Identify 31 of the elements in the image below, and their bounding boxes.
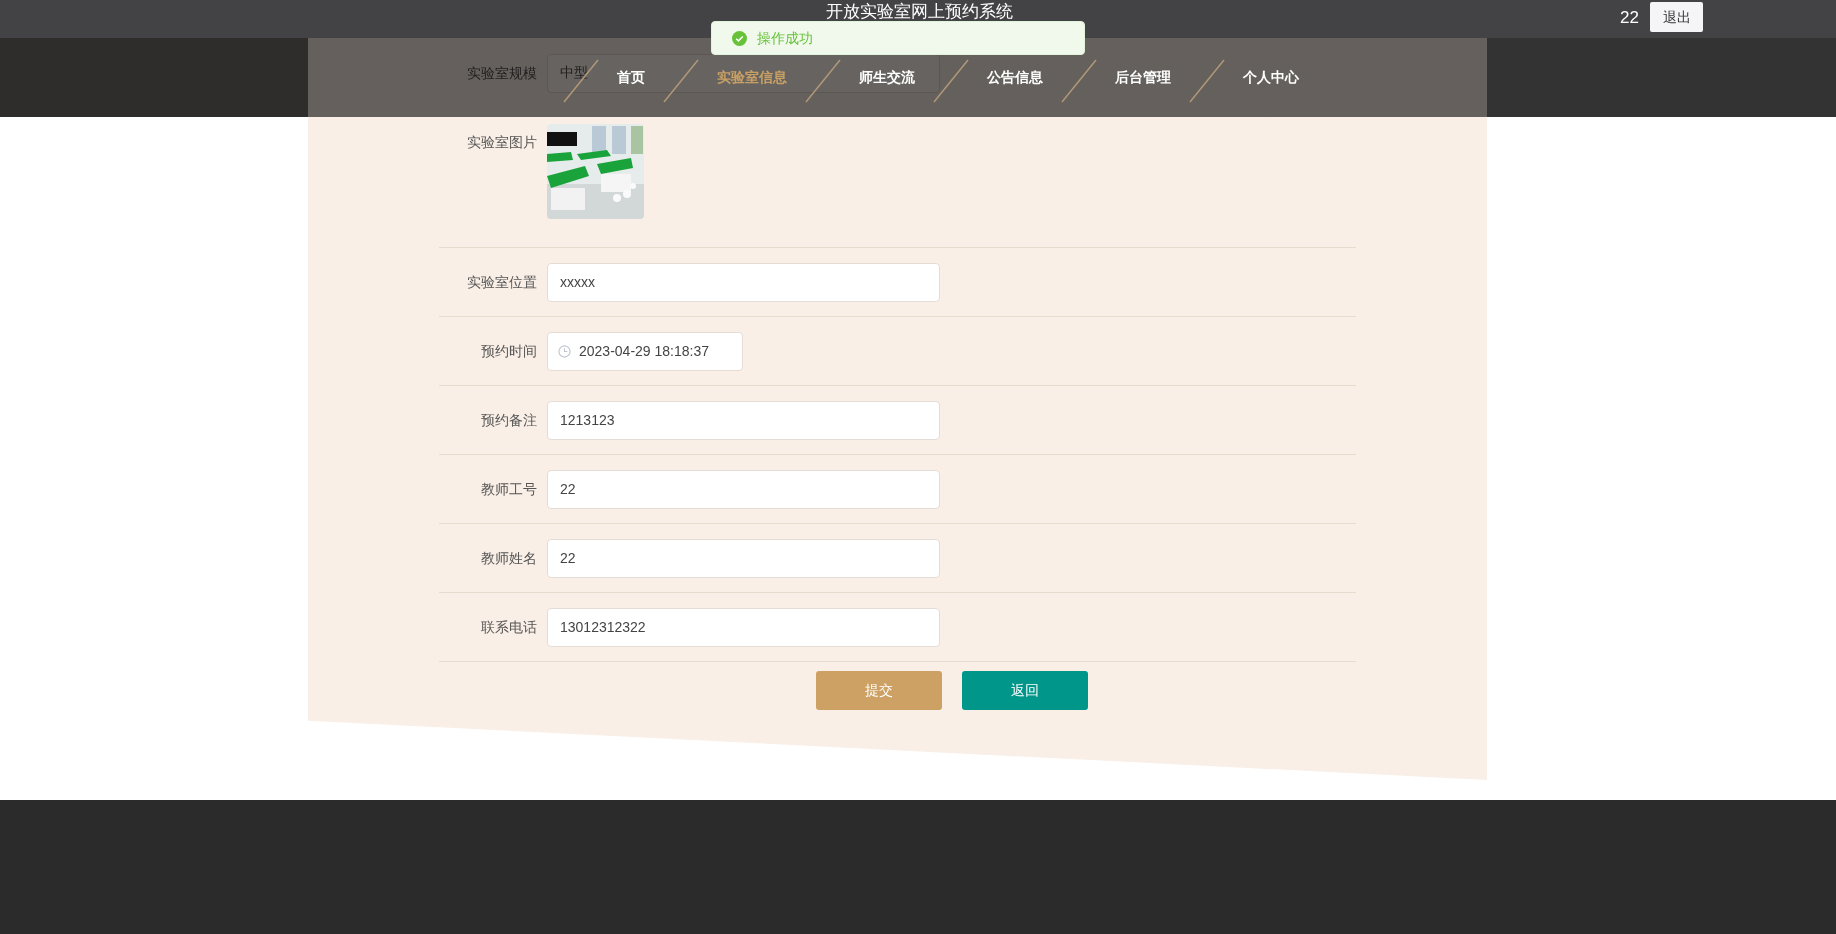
username: 22 <box>1620 8 1639 28</box>
nav-link[interactable]: 师生交流 <box>841 67 933 88</box>
field-label: 实验室图片 <box>466 133 538 152</box>
input-field[interactable]: 22 <box>547 469 940 509</box>
field-label: 教师工号 <box>480 479 538 499</box>
back-button[interactable]: 返回 <box>962 671 1088 710</box>
slash-divider-icon <box>805 58 841 103</box>
nav-link[interactable]: 公告信息 <box>969 67 1061 88</box>
slash-divider-icon <box>1189 58 1225 103</box>
field-label: 预约备注 <box>480 410 538 430</box>
slash-divider-icon <box>1061 58 1097 103</box>
field-label: 联系电话 <box>480 617 538 637</box>
toast-message: 操作成功 <box>757 28 813 48</box>
input-field[interactable]: 1213123 <box>547 400 940 440</box>
nav-link[interactable]: 个人中心 <box>1225 67 1317 88</box>
nav-link[interactable]: 后台管理 <box>1097 67 1189 88</box>
slash-divider-icon <box>933 58 969 103</box>
field-label: 实验室规模 <box>466 63 538 83</box>
site-title: 开放实验室网上预约系统 <box>826 2 1013 22</box>
input-field[interactable]: xxxxx <box>547 262 940 302</box>
input-field[interactable]: 13012312322 <box>547 607 940 647</box>
field-label: 实验室位置 <box>466 272 538 292</box>
field-label: 预约时间 <box>480 341 538 361</box>
date-field[interactable]: 2023-04-29 18:18:37 <box>547 331 743 371</box>
input-field[interactable]: 22 <box>547 538 940 578</box>
logout-button[interactable]: 退出 <box>1650 2 1703 32</box>
field-label: 教师姓名 <box>480 548 538 568</box>
check-circle-icon <box>732 30 747 46</box>
nav-link[interactable]: 首页 <box>599 67 663 88</box>
clock-icon <box>558 344 571 358</box>
slash-divider-icon <box>663 58 699 103</box>
